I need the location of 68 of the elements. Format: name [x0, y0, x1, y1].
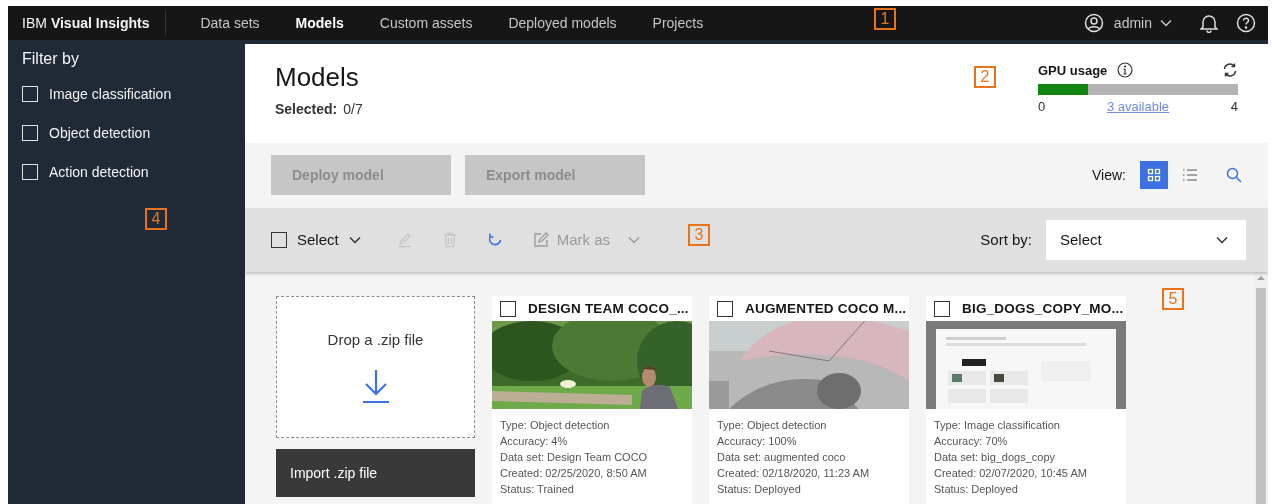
- brand-name: Visual Insights: [50, 15, 150, 31]
- card-detail: Accuracy: 4%: [500, 434, 569, 449]
- card-detail: Status: Deployed: [717, 482, 802, 497]
- drop-zone-text: Drop a .zip file: [327, 331, 424, 348]
- nav-tab[interactable]: Projects: [634, 6, 722, 40]
- filter-label: Object detection: [49, 124, 151, 141]
- checkbox[interactable]: [934, 300, 950, 317]
- sort-label: Sort by:: [980, 231, 1032, 249]
- grid-view-toggle[interactable]: [1140, 161, 1168, 190]
- import-button[interactable]: Import .zip file: [276, 449, 475, 497]
- chevron-icon: [628, 235, 641, 244]
- scrollbar[interactable]: [1254, 272, 1268, 504]
- callout-number: 2: [974, 66, 996, 88]
- checkbox[interactable]: [500, 300, 516, 317]
- sort-dropdown[interactable]: Select: [1046, 219, 1246, 260]
- callout-number: 4: [145, 208, 167, 230]
- gpu-max: 4: [1230, 99, 1238, 114]
- user-icon[interactable]: [1083, 13, 1104, 33]
- callout-number: 1: [874, 8, 896, 30]
- card-detail: Data set: augmented coco: [717, 450, 847, 465]
- chevron-icon: [348, 235, 361, 244]
- card-detail: Data set: big_dogs_copy: [934, 450, 1057, 465]
- card-detail: Data set: Design Team COCO: [500, 450, 649, 465]
- callout-number: 5: [1162, 288, 1184, 310]
- list-icon: [1182, 168, 1198, 183]
- chevron-icon: [1160, 19, 1172, 27]
- edit-note-icon: [532, 231, 549, 248]
- checkbox[interactable]: [717, 300, 733, 317]
- search-icon[interactable]: [1226, 167, 1242, 184]
- selected-count: 0/7: [343, 101, 363, 117]
- card-detail: Status: Deployed: [934, 482, 1019, 497]
- brand-prefix: IBM: [22, 15, 47, 31]
- refresh-icon[interactable]: [1222, 62, 1238, 78]
- info-icon[interactable]: [1117, 62, 1134, 78]
- card-title: AUGMENTED COCO M...: [745, 301, 907, 316]
- card-detail: Created: 02/07/2020, 10:45 AM: [934, 466, 1088, 481]
- gpu-usage-title: GPU usage: [1038, 62, 1108, 78]
- card-title: DESIGN TEAM COCO_...: [528, 301, 689, 316]
- card-detail: Type: Object detection: [717, 418, 828, 433]
- card-detail: Created: 02/18/2020, 11:23 AM: [717, 466, 871, 481]
- chevron-icon: [1216, 235, 1228, 244]
- filter-heading: Filter by: [22, 50, 80, 68]
- nav-tab[interactable]: Custom assets: [361, 6, 491, 40]
- card-detail: Accuracy: 70%: [934, 434, 1009, 449]
- filter-label: Image classification: [49, 85, 172, 102]
- nav-tab[interactable]: Deployed models: [490, 6, 635, 40]
- callout-number: 3: [688, 224, 710, 246]
- card-detail: Status: Trained: [500, 482, 575, 497]
- card-detail: Type: Object detection: [500, 418, 611, 433]
- card-detail: Accuracy: 100%: [717, 434, 798, 449]
- card-detail: Created: 02/25/2020, 8:50 AM: [500, 466, 648, 481]
- help-icon[interactable]: [1236, 13, 1256, 33]
- user-menu[interactable]: admin: [1113, 15, 1172, 31]
- view-label: View:: [1092, 167, 1126, 184]
- card-title: BIG_DOGS_COPY_MO...: [962, 301, 1124, 316]
- nav-tab[interactable]: Data sets: [182, 6, 278, 40]
- gpu-min: 0: [1038, 99, 1046, 114]
- notification-icon[interactable]: [1200, 13, 1218, 33]
- download-icon: [360, 368, 391, 404]
- selected-label: Selected:: [275, 101, 338, 117]
- nav-tab[interactable]: Models: [277, 6, 362, 40]
- grid-icon: [1147, 168, 1161, 183]
- page-title: Models: [275, 62, 359, 93]
- card-detail: Type: Image classification: [934, 418, 1061, 433]
- select-menu[interactable]: Select: [297, 231, 361, 249]
- filter-label: Action detection: [49, 163, 149, 180]
- drop-zone[interactable]: Drop a .zip file: [276, 296, 475, 438]
- select-all-checkbox[interactable]: [271, 231, 287, 248]
